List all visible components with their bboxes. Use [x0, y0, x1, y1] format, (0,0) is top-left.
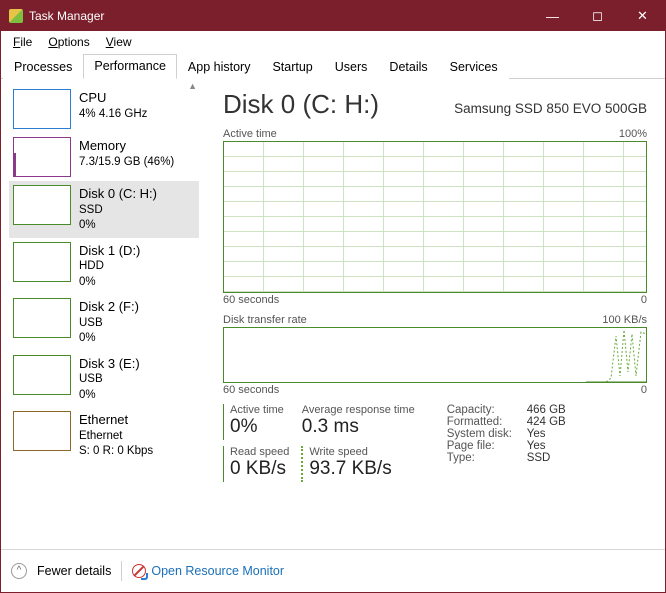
- stat-avg-response: Average response time 0.3 ms: [296, 404, 427, 440]
- active-time-chart: [223, 141, 647, 293]
- tab-performance[interactable]: Performance: [83, 54, 177, 79]
- sidebar-item-sub2: 0%: [79, 218, 157, 234]
- tab-details[interactable]: Details: [378, 55, 438, 79]
- menu-file[interactable]: File: [7, 33, 38, 51]
- disk-properties: Capacity:466 GB Formatted:424 GB System …: [447, 404, 566, 488]
- sidebar-item-sub2: 0%: [79, 331, 139, 347]
- sidebar-item-disk1[interactable]: Disk 1 (D:) HDD 0%: [9, 238, 199, 295]
- sidebar-item-sub: Ethernet: [79, 429, 153, 445]
- close-button[interactable]: ✕: [620, 1, 665, 31]
- sidebar-item-sub2: 0%: [79, 275, 140, 291]
- divider: [121, 561, 122, 581]
- sidebar-item-label: Ethernet: [79, 411, 153, 429]
- resource-monitor-icon: [132, 564, 146, 578]
- sidebar-item-sub: USB: [79, 372, 140, 388]
- sidebar-item-label: Disk 3 (E:): [79, 355, 140, 373]
- tab-startup[interactable]: Startup: [261, 55, 323, 79]
- chevron-up-icon[interactable]: ^: [11, 563, 27, 579]
- disk-thumbnail-chart: [13, 185, 71, 225]
- menu-view[interactable]: View: [100, 33, 138, 51]
- chart2-label: Disk transfer rate: [223, 314, 307, 326]
- stat-write-speed: Write speed 93.7 KB/s: [301, 446, 403, 482]
- window-titlebar: Task Manager — ◻ ✕: [1, 1, 665, 31]
- sidebar-item-sub: 7.3/15.9 GB (46%): [79, 155, 174, 171]
- sidebar-item-label: Disk 1 (D:): [79, 242, 140, 260]
- scroll-up-icon[interactable]: ▲: [188, 81, 197, 91]
- chart2-max: 100 KB/s: [602, 314, 647, 326]
- chart2-xleft: 60 seconds: [223, 384, 279, 396]
- sidebar-item-sub: 4% 4.16 GHz: [79, 107, 147, 123]
- sidebar-item-sub: HDD: [79, 259, 140, 275]
- stat-active-time: Active time 0%: [223, 404, 296, 440]
- minimize-button[interactable]: —: [530, 1, 575, 31]
- window-title: Task Manager: [29, 9, 104, 23]
- device-model: Samsung SSD 850 EVO 500GB: [454, 101, 647, 116]
- tab-app-history[interactable]: App history: [177, 55, 262, 79]
- transfer-rate-chart: [223, 327, 647, 383]
- detail-panel: Disk 0 (C: H:) Samsung SSD 850 EVO 500GB…: [199, 79, 665, 549]
- disk-thumbnail-chart: [13, 298, 71, 338]
- disk-thumbnail-chart: [13, 242, 71, 282]
- ethernet-thumbnail-chart: [13, 411, 71, 451]
- chart1-xleft: 60 seconds: [223, 294, 279, 306]
- sidebar-item-disk3[interactable]: Disk 3 (E:) USB 0%: [9, 351, 199, 408]
- cpu-thumbnail-chart: [13, 89, 71, 129]
- stat-read-speed: Read speed 0 KB/s: [223, 446, 301, 482]
- sidebar-item-label: Disk 0 (C: H:): [79, 185, 157, 203]
- tab-services[interactable]: Services: [439, 55, 509, 79]
- menu-bar: File Options View: [1, 31, 665, 53]
- fewer-details-link[interactable]: Fewer details: [37, 564, 111, 578]
- chart1-max: 100%: [619, 128, 647, 140]
- tab-users[interactable]: Users: [324, 55, 379, 79]
- sidebar-item-disk2[interactable]: Disk 2 (F:) USB 0%: [9, 294, 199, 351]
- chart1-label: Active time: [223, 128, 277, 140]
- chart1-xright: 0: [641, 294, 647, 306]
- sidebar-item-label: Disk 2 (F:): [79, 298, 139, 316]
- app-icon: [9, 9, 23, 23]
- tab-strip: Processes Performance App history Startu…: [1, 53, 665, 79]
- page-title: Disk 0 (C: H:): [223, 89, 379, 120]
- sidebar-item-sub: USB: [79, 316, 139, 332]
- sidebar-item-sub2: S: 0 R: 0 Kbps: [79, 444, 153, 460]
- tab-processes[interactable]: Processes: [3, 55, 83, 79]
- menu-options[interactable]: Options: [42, 33, 95, 51]
- open-resource-monitor-link[interactable]: Open Resource Monitor: [132, 564, 284, 578]
- footer-bar: ^ Fewer details Open Resource Monitor: [1, 549, 665, 591]
- sidebar-item-sub2: 0%: [79, 388, 140, 404]
- sidebar-item-disk0[interactable]: Disk 0 (C: H:) SSD 0%: [9, 181, 199, 238]
- sidebar-item-sub: SSD: [79, 203, 157, 219]
- sidebar-item-label: Memory: [79, 137, 174, 155]
- maximize-button[interactable]: ◻: [575, 1, 620, 31]
- sidebar-item-label: CPU: [79, 89, 147, 107]
- disk-thumbnail-chart: [13, 355, 71, 395]
- chart2-xright: 0: [641, 384, 647, 396]
- sidebar-item-ethernet[interactable]: Ethernet Ethernet S: 0 R: 0 Kbps: [9, 407, 199, 464]
- sidebar-item-memory[interactable]: Memory 7.3/15.9 GB (46%): [9, 133, 199, 181]
- sidebar-item-cpu[interactable]: CPU 4% 4.16 GHz: [9, 85, 199, 133]
- resource-sidebar[interactable]: ▲ CPU 4% 4.16 GHz Memory 7.3/15.9 GB (46…: [1, 79, 199, 549]
- memory-thumbnail-chart: [13, 137, 71, 177]
